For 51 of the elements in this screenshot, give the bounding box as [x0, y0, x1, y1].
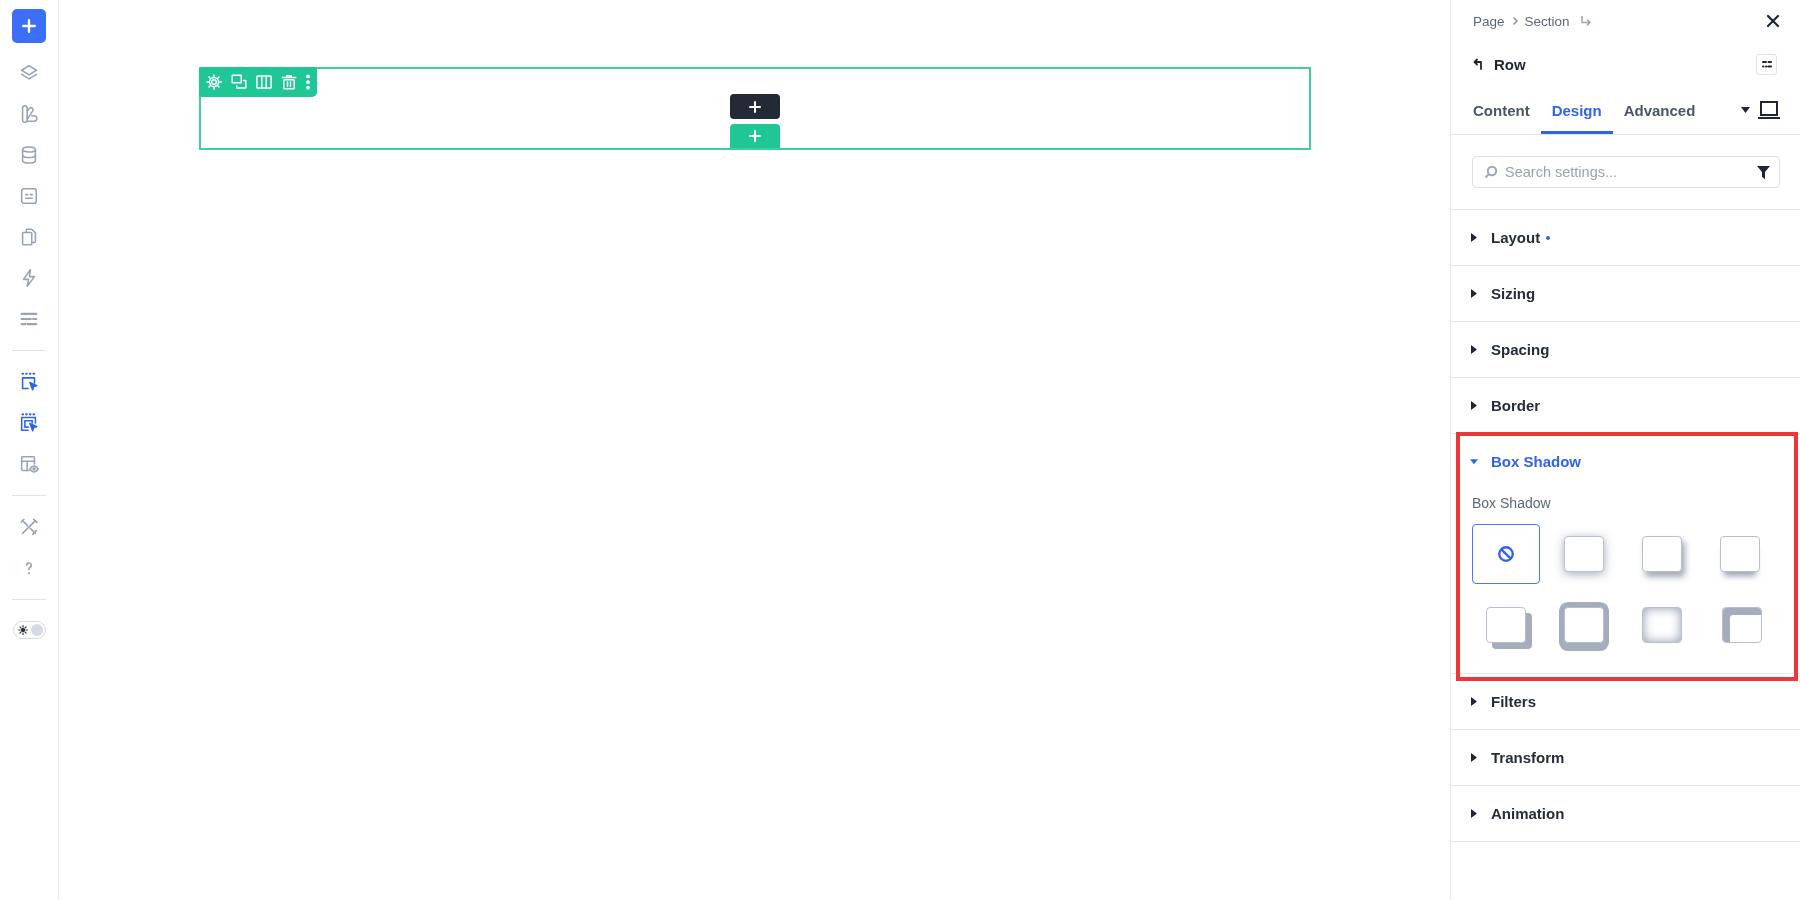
search-field[interactable]: Search settings... [1472, 156, 1780, 188]
section-header[interactable]: Sizing [1451, 266, 1800, 321]
chevron-right-icon [1510, 16, 1519, 26]
search-icon [1484, 165, 1498, 179]
caret-right-icon [1470, 697, 1478, 706]
add-row-button[interactable] [730, 124, 780, 148]
section-header[interactable]: Transform [1451, 730, 1800, 785]
section-header[interactable]: Filters [1451, 674, 1800, 729]
theme-toggle[interactable] [12, 621, 46, 639]
panel-title: Row [1494, 55, 1526, 73]
copy-icon[interactable] [230, 73, 248, 91]
tools-icon[interactable] [18, 515, 40, 538]
section-header[interactable]: Border [1451, 378, 1800, 433]
caret-down-icon [1470, 457, 1478, 466]
more-vertical-icon[interactable] [305, 73, 311, 91]
caret-right-icon [1470, 233, 1478, 242]
section-header[interactable]: Box Shadow [1451, 434, 1800, 489]
settings-icon[interactable] [205, 73, 223, 91]
plus-icon [22, 19, 36, 33]
tab[interactable]: Advanced [1612, 86, 1707, 134]
section-header[interactable]: Spacing [1451, 322, 1800, 377]
caret-right-icon [1470, 753, 1478, 762]
field-label: Box Shadow [1472, 494, 1551, 512]
caret-down-icon [1741, 107, 1750, 113]
dash-dots-icon [1760, 58, 1773, 70]
cursor-frames-icon[interactable] [18, 411, 40, 434]
caret-right-icon [1470, 345, 1478, 354]
columns-icon[interactable] [255, 73, 273, 91]
caret-right-icon [1470, 289, 1478, 298]
caret-right-icon [1470, 809, 1478, 818]
trash-icon[interactable] [280, 73, 298, 91]
breadcrumb-link[interactable]: Page [1473, 13, 1505, 29]
back-arrow-icon[interactable] [1473, 58, 1485, 70]
add-module-button[interactable] [730, 94, 780, 119]
sun-icon [17, 625, 28, 635]
monitor-icon [1758, 101, 1780, 119]
corner-arrow-icon[interactable] [1579, 15, 1592, 27]
ban-icon [1497, 545, 1515, 563]
close-icon[interactable] [1766, 14, 1780, 28]
tab[interactable]: Content [1462, 86, 1541, 134]
tab[interactable]: Design [1540, 86, 1613, 134]
plus-icon [749, 100, 761, 113]
add-button[interactable] [12, 9, 46, 43]
plus-icon [749, 130, 761, 142]
options-button[interactable] [1756, 53, 1777, 75]
breadcrumb-link[interactable]: Section [1524, 13, 1570, 29]
caret-right-icon [1470, 401, 1478, 410]
shadow-option[interactable] [1472, 524, 1540, 584]
filter-icon[interactable] [1757, 166, 1770, 179]
section-header[interactable]: Animation [1451, 786, 1800, 841]
section-header[interactable]: Layout [1451, 210, 1800, 265]
